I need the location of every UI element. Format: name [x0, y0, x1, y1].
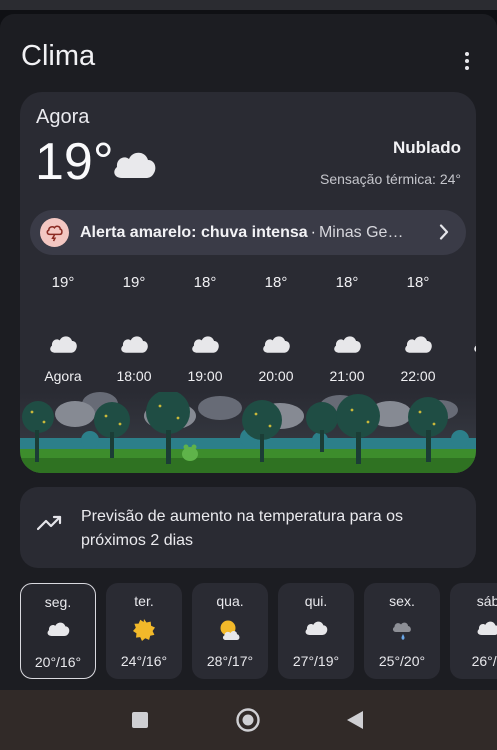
app-title: Clima [21, 40, 96, 72]
alert-title: Alerta amarelo: chuva intensa [80, 223, 308, 241]
cloud-icon [110, 146, 158, 185]
hourly-temp: 18° [193, 274, 217, 291]
hourly-item: 18° 19:00 [175, 272, 235, 392]
navigation-bar [0, 690, 497, 750]
current-conditions-card[interactable]: Agora 19° Nublado Sensação térmica: 24° … [20, 92, 476, 473]
hourly-temp: 18° [335, 274, 359, 291]
chevron-right-icon [439, 224, 449, 245]
more-options-icon[interactable] [459, 50, 475, 72]
cloud-icon [47, 332, 79, 359]
day-temps: 27°/19° [292, 653, 340, 669]
home-circle-icon[interactable] [234, 706, 262, 734]
cloud-icon [118, 332, 150, 359]
feels-like-text: Sensação térmica: 24° [319, 171, 461, 187]
day-card[interactable]: sáb 26°/2 [450, 583, 497, 679]
day-temps: 24°/16° [120, 653, 168, 669]
weather-alert-chip[interactable]: Alerta amarelo: chuva intensa · Minas Ge… [30, 210, 466, 255]
day-name: qui. [304, 593, 328, 609]
hourly-time: 19:00 [187, 368, 223, 384]
cloud-icon [471, 332, 476, 359]
status-strip [0, 0, 497, 10]
condition-text: Nublado [393, 138, 461, 157]
day-name: qua. [216, 593, 244, 609]
day-temps: 28°/17° [206, 653, 254, 669]
cloud-icon [189, 332, 221, 359]
day-temps: 20°/16° [34, 654, 82, 670]
cloud-icon [450, 618, 497, 636]
partly-cloudy-icon [192, 618, 268, 642]
day-card[interactable]: sex. 25°/20° [364, 583, 440, 679]
hourly-item: 18° 21:00 [317, 272, 377, 392]
hourly-temp: 19° [122, 274, 146, 291]
storm-cloud-icon [40, 218, 69, 247]
hourly-item: 19° 18:00 [104, 272, 164, 392]
cloud-icon [278, 618, 354, 636]
recents-square-icon[interactable] [126, 706, 154, 734]
day-name: sáb [476, 593, 497, 609]
hourly-item: 18° 20:00 [246, 272, 306, 392]
weather-scene-illustration [20, 390, 476, 473]
now-label: Agora [36, 106, 90, 128]
cloud-icon [402, 332, 434, 359]
hourly-time: 18:00 [116, 368, 152, 384]
trend-text: Previsão de aumento na temperatura para … [81, 508, 403, 549]
hourly-time: Agora [44, 368, 82, 384]
hourly-forecast[interactable]: 19° Agora 19° 18:00 18° 19:00 18° 20:00 18° 21:00… [20, 272, 476, 392]
alert-region: Minas Ge… [318, 223, 404, 241]
day-name: seg. [44, 594, 72, 610]
hourly-item: 2 [457, 272, 476, 392]
day-name: ter. [134, 593, 154, 609]
temperature-trend-card[interactable]: Previsão de aumento na temperatura para … [20, 487, 476, 568]
hourly-item: 18° 22:00 [388, 272, 448, 392]
cloud-icon [331, 332, 363, 359]
daily-forecast[interactable]: seg. 20°/16° ter. 24°/16° qua. 28°/17° qui. 27°… [20, 583, 497, 679]
alert-text: Alerta amarelo: chuva intensa · Minas Ge… [80, 224, 420, 242]
rain-cloud-icon [364, 618, 440, 642]
hourly-item: 19° Agora [33, 272, 93, 392]
cloud-icon [260, 332, 292, 359]
current-temperature: 19° [35, 133, 114, 191]
sun-icon [106, 618, 182, 642]
alert-separator: · [310, 223, 316, 241]
cloud-icon [21, 619, 95, 637]
day-card[interactable]: ter. 24°/16° [106, 583, 182, 679]
day-name: sex. [389, 593, 415, 609]
day-card[interactable]: qua. 28°/17° [192, 583, 268, 679]
trending-up-icon [36, 515, 63, 536]
hourly-time: 20:00 [258, 368, 294, 384]
weather-panel: Clima Agora 19° Nublado Sensação térmica… [0, 14, 497, 690]
hourly-temp: 18° [406, 274, 430, 291]
day-card[interactable]: seg. 20°/16° [20, 583, 96, 679]
day-temps: 26°/2 [471, 653, 497, 669]
hourly-time: 2 [457, 368, 476, 384]
day-card[interactable]: qui. 27°/19° [278, 583, 354, 679]
hourly-temp: 19° [51, 274, 75, 291]
day-temps: 25°/20° [378, 653, 426, 669]
hourly-temp: 18° [264, 274, 288, 291]
hourly-time: 21:00 [329, 368, 365, 384]
hourly-time: 22:00 [400, 368, 436, 384]
back-triangle-icon[interactable] [341, 706, 369, 734]
